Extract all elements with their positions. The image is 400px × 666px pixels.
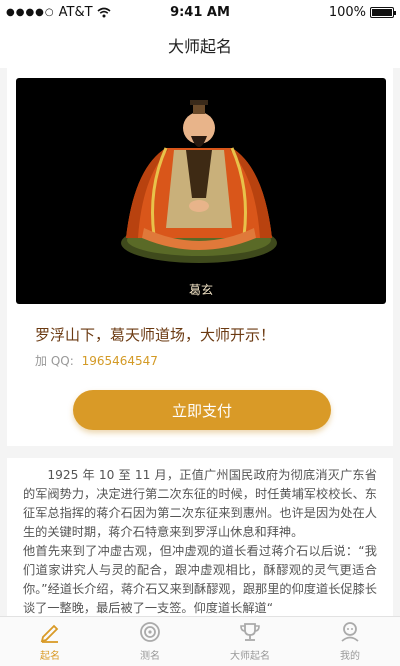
tab-label: 测名 <box>140 651 160 662</box>
master-card: 葛玄 罗浮山下，葛天师道场，大师开示！ 加 QQ: 1965464547 立即支… <box>7 68 393 446</box>
tab-naming[interactable]: 起名 <box>0 617 100 666</box>
tab-profile[interactable]: 我的 <box>300 617 400 666</box>
hero-caption: 葛玄 <box>188 283 213 297</box>
tab-label: 我的 <box>340 651 360 662</box>
page-title: 大师起名 <box>167 37 232 56</box>
tab-test-name[interactable]: 测名 <box>100 617 200 666</box>
tab-label: 大师起名 <box>230 651 270 662</box>
battery-percent: 100% <box>328 5 366 20</box>
trophy-icon <box>240 623 260 641</box>
pencil-icon <box>40 624 59 643</box>
target-icon <box>140 622 160 642</box>
tab-label: 起名 <box>40 651 60 662</box>
qq-row: 加 QQ: 1965464547 <box>35 352 158 369</box>
tab-bar: 起名 测名 大师起名 我的 <box>0 616 400 666</box>
master-illustration <box>121 100 277 263</box>
pay-now-button[interactable]: 立即支付 <box>73 390 331 430</box>
qq-number[interactable]: 1965464547 <box>82 354 158 368</box>
story-section: 1925 年 10 至 11 月，正值广州国民政府为彻底消灭广东省的军阀势力，决… <box>7 458 393 616</box>
qq-label: 加 QQ: <box>35 354 74 368</box>
user-icon <box>341 622 359 642</box>
story-paragraph: 他首先来到了冲虚古观，但冲虚观的道长看过蒋介石以后说：“我们道家讲究人与灵的配合… <box>23 544 377 615</box>
hero-image: 葛玄 <box>16 78 386 304</box>
nav-bar: 大师起名 <box>0 26 400 68</box>
status-bar: ●●●●○ AT&T 9:41 AM 100% <box>0 0 400 26</box>
battery-icon <box>370 7 396 18</box>
story-paragraph: 1925 年 10 至 11 月，正值广州国民政府为彻底消灭广东省的军阀势力，决… <box>23 468 377 539</box>
status-right: 100% <box>328 5 396 20</box>
headline-text: 罗浮山下，葛天师道场，大师开示！ <box>35 326 276 344</box>
tab-master-naming[interactable]: 大师起名 <box>200 617 300 666</box>
